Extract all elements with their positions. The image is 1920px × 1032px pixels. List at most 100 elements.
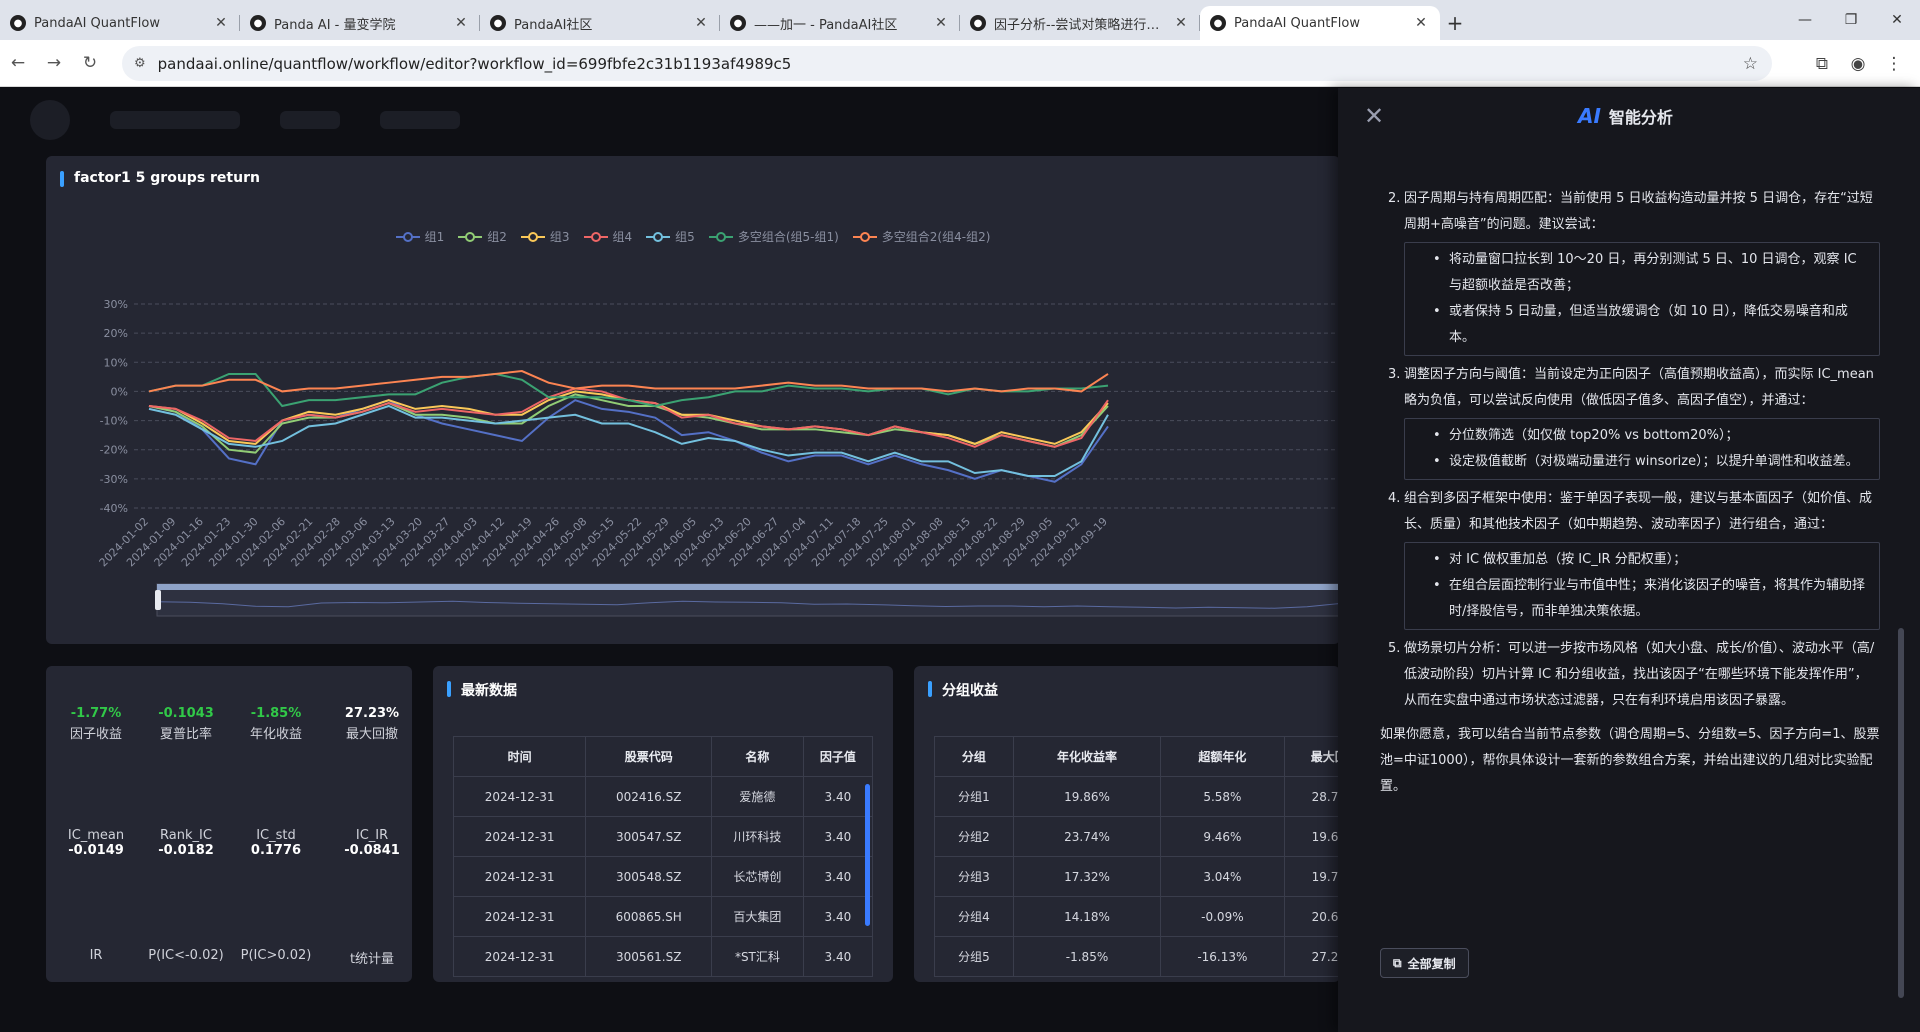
table-cell: 爱施德 xyxy=(711,776,804,817)
point-text: 做场景切片分析：可以进一步按市场风格（如大小盘、成长/价值）、波动水平（高/低波… xyxy=(1404,641,1875,708)
site-settings-icon[interactable]: ⚙ xyxy=(134,56,146,71)
table-row[interactable]: 分组317.32%3.04%19.70 xyxy=(934,856,1340,897)
tab-title: 因子分析--尝试对策略进行抽丝 xyxy=(994,17,1172,33)
stat-item: 27.23% 最大回撤 xyxy=(332,706,412,742)
y-tick-label: 10% xyxy=(104,356,128,369)
copy-all-button[interactable]: ⧉ 全部复制 xyxy=(1380,948,1469,978)
table-cell: 3.40 xyxy=(802,896,874,937)
tab-close-icon[interactable]: ✕ xyxy=(212,15,230,31)
tab-close-icon[interactable]: ✕ xyxy=(452,15,470,31)
copy-all-label: 全部复制 xyxy=(1407,956,1456,971)
table-row[interactable]: 2024-12-31 002416.SZ 爱施德 3.40 xyxy=(452,776,874,817)
reload-icon[interactable]: ↻ xyxy=(72,45,108,81)
tab-close-icon[interactable]: ✕ xyxy=(1172,15,1190,31)
table-row[interactable]: 分组119.86%5.58%28.71 xyxy=(934,776,1340,817)
stat-label: Rank_IC xyxy=(160,828,212,843)
extensions-icon[interactable]: ⧉ xyxy=(1804,46,1840,82)
column-header[interactable]: 因子值 xyxy=(802,736,874,777)
stat-item: -1.77% 因子收益 xyxy=(56,706,136,742)
table-scrollbar[interactable] xyxy=(865,784,870,926)
back-icon[interactable]: ← xyxy=(0,45,36,81)
point-number: 3. xyxy=(1388,367,1401,382)
minimize-icon[interactable]: — xyxy=(1782,0,1828,40)
column-header[interactable]: 股票代码 xyxy=(585,736,713,777)
stat-item: Rank_IC -0.0182 xyxy=(146,826,226,858)
column-header[interactable]: 最大回 xyxy=(1283,736,1340,777)
stat-item: IR xyxy=(56,946,136,963)
table-cell: 2024-12-31 xyxy=(452,936,587,977)
tab-title: PandaAI QuantFlow xyxy=(34,15,160,31)
table-cell: 600865.SH xyxy=(585,896,713,937)
table-cell: 20.60 xyxy=(1283,896,1340,937)
tab-title: PandaAI QuantFlow xyxy=(1234,15,1360,31)
column-header[interactable]: 年化收益率 xyxy=(1012,736,1162,777)
table-cell: 27.23 xyxy=(1283,936,1340,977)
zoom-slider-bar[interactable] xyxy=(157,584,1340,590)
stat-value: -0.1043 xyxy=(158,706,214,721)
table-row[interactable]: 2024-12-31 300548.SZ 长芯博创 3.40 xyxy=(452,856,874,897)
panda-favicon-icon: ● xyxy=(490,15,506,31)
table-cell: 分组5 xyxy=(934,936,1014,977)
ai-closing-text: 如果你愿意，我可以结合当前节点参数（调仓周期=5、分组数=5、因子方向=1、股票… xyxy=(1380,727,1880,794)
table-cell: 百大集团 xyxy=(711,896,804,937)
series-line[interactable] xyxy=(148,370,1109,393)
url-input[interactable]: ⚙ pandaai.online/quantflow/workflow/edit… xyxy=(122,46,1772,81)
latest-data-title: 最新数据 xyxy=(447,680,517,700)
column-header[interactable]: 超额年化 xyxy=(1160,736,1285,777)
nav-blur-item xyxy=(380,111,460,129)
table-cell: 28.71 xyxy=(1283,776,1340,817)
profile-icon[interactable]: ◉ xyxy=(1840,46,1876,82)
panda-favicon-icon: ● xyxy=(970,15,986,31)
table-cell: 300561.SZ xyxy=(585,936,713,977)
table-cell: 分组2 xyxy=(934,816,1014,857)
forward-icon[interactable]: → xyxy=(36,45,72,81)
table-cell: 2024-12-31 xyxy=(452,856,587,897)
tab-close-icon[interactable]: ✕ xyxy=(932,15,950,31)
restore-icon[interactable]: ❐ xyxy=(1828,0,1874,40)
bookmark-star-icon[interactable]: ☆ xyxy=(1743,54,1758,74)
stat-value: 0.1776 xyxy=(250,843,302,858)
browser-tab[interactable]: ● PandaAI QuantFlow ✕ xyxy=(1200,6,1440,40)
table-cell: 002416.SZ xyxy=(585,776,713,817)
series-line[interactable] xyxy=(148,387,1109,448)
stat-value: -1.85% xyxy=(250,706,302,721)
browser-tab[interactable]: ● Panda AI - 量变学院 ✕ xyxy=(240,6,480,40)
point-text: 组合到多因子框架中使用：鉴于单因子表现一般，建议与基本面因子（如价值、成长、质量… xyxy=(1404,491,1873,532)
table-cell: 17.32% xyxy=(1012,856,1162,897)
table-row[interactable]: 2024-12-31 600865.SH 百大集团 3.40 xyxy=(452,896,874,937)
column-header[interactable]: 名称 xyxy=(711,736,804,777)
table-cell: 5.58% xyxy=(1160,776,1285,817)
line-chart: 30%20%10%0%-10%-20%-30%-40%2024-01-02202… xyxy=(97,298,1340,617)
tab-close-icon[interactable]: ✕ xyxy=(692,15,710,31)
panda-favicon-icon: ● xyxy=(250,15,266,31)
close-drawer-icon[interactable]: ✕ xyxy=(1364,102,1384,130)
browser-tab[interactable]: ● PandaAI社区 ✕ xyxy=(480,6,720,40)
table-row[interactable]: 2024-12-31 300561.SZ *ST汇科 3.40 xyxy=(452,936,874,977)
table-cell: 14.18% xyxy=(1012,896,1162,937)
menu-dots-icon[interactable]: ⋮ xyxy=(1876,46,1912,82)
table-cell: 19.70 xyxy=(1283,856,1340,897)
browser-tab[interactable]: ● 因子分析--尝试对策略进行抽丝 ✕ xyxy=(960,6,1200,40)
column-header[interactable]: 分组 xyxy=(934,736,1014,777)
table-row[interactable]: 分组414.18%-0.09%20.60 xyxy=(934,896,1340,937)
point-number: 2. xyxy=(1388,191,1401,206)
stat-label: 最大回撤 xyxy=(345,727,398,742)
zoom-handle[interactable] xyxy=(155,590,161,610)
drawer-scrollbar[interactable] xyxy=(1898,628,1904,998)
ai-drawer-title: 智能分析 xyxy=(1608,108,1673,127)
stat-label: P(IC>0.02) xyxy=(240,948,312,963)
table-row[interactable]: 2024-12-31 300547.SZ 川环科技 3.40 xyxy=(452,816,874,857)
browser-tab[interactable]: ● ——加一 - PandaAI社区 ✕ xyxy=(720,6,960,40)
tab-close-icon[interactable]: ✕ xyxy=(1412,15,1430,31)
table-row[interactable]: 分组5-1.85%-16.13%27.23 xyxy=(934,936,1340,977)
column-header[interactable]: 时间 xyxy=(452,736,587,777)
browser-tab[interactable]: ● PandaAI QuantFlow ✕ xyxy=(0,6,240,40)
sub-point: 设定极值截断（对极端动量进行 winsorize）；以提升单调性和收益差。 xyxy=(1423,449,1873,475)
table-row[interactable]: 分组223.74%9.46%19.64 xyxy=(934,816,1340,857)
new-tab-icon[interactable]: + xyxy=(1440,6,1470,40)
close-window-icon[interactable]: ✕ xyxy=(1874,0,1920,40)
stat-value: -1.77% xyxy=(70,706,122,721)
table-cell: 3.40 xyxy=(802,856,874,897)
table-cell: 23.74% xyxy=(1012,816,1162,857)
table-cell: -0.09% xyxy=(1160,896,1285,937)
